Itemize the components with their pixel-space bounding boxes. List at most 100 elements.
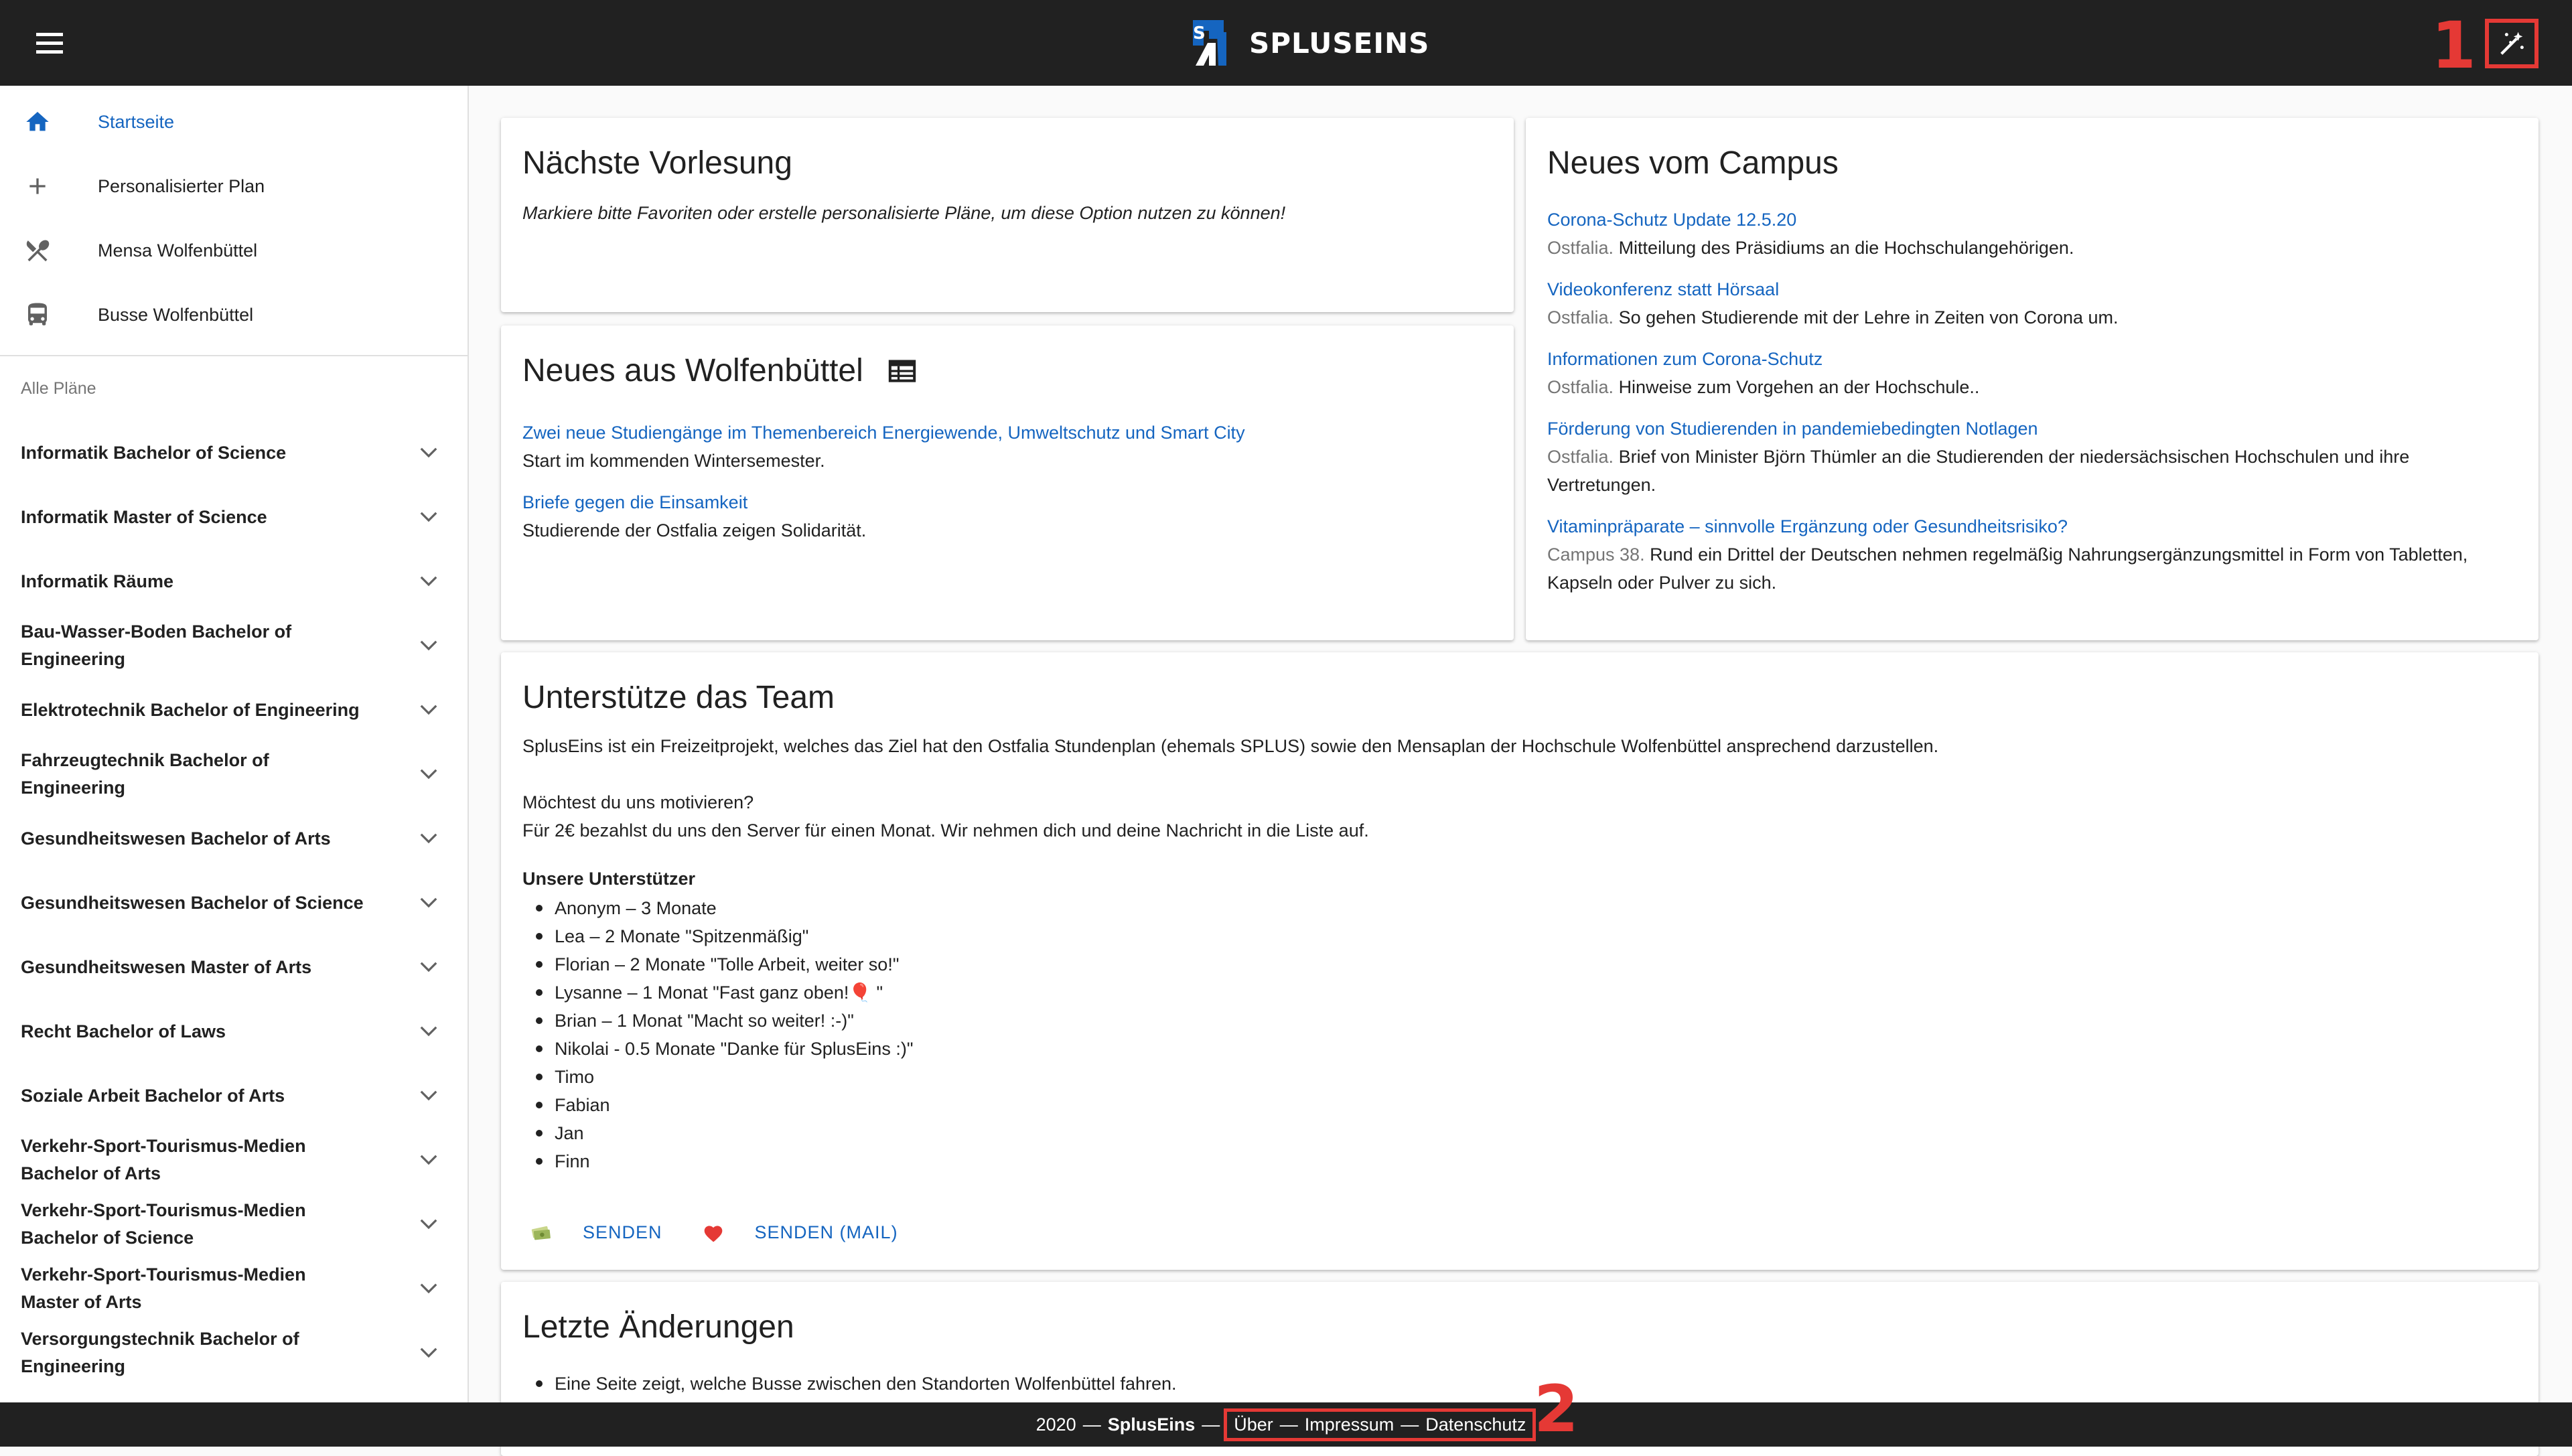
footer-links: Über — Impressum — Datenschutz [1224, 1408, 1537, 1441]
chevron-down-icon[interactable] [417, 1277, 441, 1301]
plan-item[interactable]: Versorgungstechnik Bachelor of Engineeri… [0, 1321, 468, 1385]
sidebar: Startseite Personalisierter Plan Mensa W… [0, 86, 469, 1402]
chevron-down-icon[interactable] [417, 1148, 441, 1172]
plan-label: Soziale Arbeit Bachelor of Arts [21, 1085, 285, 1106]
annotation-2: 2 [1534, 1372, 1579, 1447]
plan-label: Verkehr-Sport-Tourismus-Medien Bachelor … [21, 1200, 306, 1248]
footer-privacy-link[interactable]: Datenschutz [1425, 1414, 1526, 1435]
bus-icon [20, 297, 55, 332]
plan-label: Gesundheitswesen Bachelor of Arts [21, 828, 331, 849]
supporters-list: Anonym – 3 Monate Lea – 2 Monate "Spitzen… [522, 894, 2517, 1175]
chevron-down-icon[interactable] [417, 955, 441, 979]
news-summary: Hinweise zum Vorgehen an der Hochschule.… [1618, 377, 1980, 397]
news-item: Zwei neue Studiengänge im Themenbereich … [522, 419, 1492, 475]
news-source: Ostfalia. [1547, 377, 1614, 397]
plan-item[interactable]: Gesundheitswesen Bachelor of Arts [0, 806, 468, 871]
plan-item[interactable]: Elektrotechnik Bachelor of Engineering [0, 678, 468, 742]
send-money-button[interactable]: SENDEN [530, 1222, 662, 1243]
supporter-item: Anonym – 3 Monate [522, 894, 2517, 922]
support-card: Unterstütze das Team SplusEins ist ein F… [501, 652, 2539, 1270]
news-link[interactable]: Informationen zum Corona-Schutz [1547, 345, 2517, 373]
news-text: Ostfalia. Hinweise zum Vorgehen an der H… [1547, 373, 2517, 401]
nav-personalisierter-plan[interactable]: Personalisierter Plan [0, 154, 468, 218]
news-text: Start im kommenden Wintersemester. [522, 451, 825, 471]
plan-item[interactable]: Verkehr-Sport-Tourismus-Medien Master of… [0, 1256, 468, 1321]
chevron-down-icon[interactable] [417, 762, 441, 786]
plan-item[interactable]: Fahrzeugtechnik Bachelor of Engineering [0, 742, 468, 806]
chevron-down-icon[interactable] [417, 698, 441, 722]
supporter-item: Nikolai - 0.5 Monate "Danke für SplusEin… [522, 1035, 2517, 1063]
nav-busse[interactable]: Busse Wolfenbüttel [0, 283, 468, 347]
chevron-down-icon[interactable] [417, 826, 441, 851]
plan-item[interactable]: Informatik Bachelor of Science [0, 421, 468, 485]
plan-item[interactable]: Informatik Räume [0, 549, 468, 613]
news-item: Corona-Schutz Update 12.5.20 Ostfalia. Mi… [1547, 206, 2517, 262]
plan-item[interactable]: Recht Bachelor of Laws [0, 999, 468, 1064]
plan-label: Informatik Master of Science [21, 506, 267, 527]
footer-dash: — [1279, 1414, 1298, 1435]
footer-year: 2020 [1035, 1414, 1076, 1435]
news-source: Ostfalia. [1547, 238, 1614, 258]
support-question: Möchtest du uns motivieren? [522, 792, 754, 812]
send-mail-button[interactable]: SENDEN (MAIL) [703, 1222, 898, 1243]
brand[interactable]: S SPLUSEINS [1189, 19, 1429, 67]
news-link[interactable]: Vitaminpräparate – sinnvolle Ergänzung o… [1547, 512, 2517, 540]
plan-item[interactable]: Soziale Arbeit Bachelor of Arts [0, 1064, 468, 1128]
chevron-down-icon[interactable] [417, 1341, 441, 1365]
chevron-down-icon[interactable] [417, 569, 441, 593]
plan-label: Bau-Wasser-Boden Bachelor of Engineering [21, 622, 292, 669]
news-summary: Rund ein Drittel der Deutschen nehmen re… [1547, 544, 2468, 593]
change-item: Eine Seite zeigt, welche Busse zwischen … [522, 1370, 2517, 1398]
plan-item[interactable]: Gesundheitswesen Bachelor of Science [0, 871, 468, 935]
theme-toggle-button[interactable] [2485, 19, 2539, 68]
news-link[interactable]: Corona-Schutz Update 12.5.20 [1547, 206, 2517, 234]
news-link[interactable]: Zwei neue Studiengänge im Themenbereich … [522, 419, 1492, 447]
footer-imprint-link[interactable]: Impressum [1305, 1414, 1395, 1435]
footer-about-link[interactable]: Über [1234, 1414, 1273, 1435]
news-link[interactable]: Videokonferenz statt Hörsaal [1547, 275, 2517, 303]
supporter-item: Florian – 2 Monate "Tolle Arbeit, weiter… [522, 950, 2517, 978]
supporter-item: Jan [522, 1119, 2517, 1147]
chevron-down-icon[interactable] [417, 634, 441, 658]
nav-startseite[interactable]: Startseite [0, 90, 468, 154]
plan-label: Elektrotechnik Bachelor of Engineering [21, 699, 360, 720]
footer-dash: — [1202, 1414, 1220, 1435]
next-lecture-text: Markiere bitte Favoriten oder erstelle p… [522, 203, 1286, 223]
chevron-down-icon[interactable] [417, 505, 441, 529]
section-label: Alle Pläne [21, 378, 96, 398]
card-title-text: Neues aus Wolfenbüttel [522, 353, 863, 388]
chevron-down-icon[interactable] [417, 1212, 441, 1236]
news-text: Ostfalia. Mitteilung des Präsidiums an d… [1547, 234, 2517, 262]
plan-item[interactable]: Verkehr-Sport-Tourismus-Medien Bachelor … [0, 1128, 468, 1192]
chevron-down-icon[interactable] [417, 1084, 441, 1108]
menu-icon[interactable] [29, 23, 70, 63]
table-icon[interactable] [887, 358, 917, 384]
plan-item[interactable]: Gesundheitswesen Master of Arts [0, 935, 468, 999]
nav-label: Mensa Wolfenbüttel [98, 240, 258, 261]
money-icon [531, 1226, 551, 1240]
supporter-item: Lea – 2 Monate "Spitzenmäßig" [522, 922, 2517, 950]
chevron-down-icon[interactable] [417, 441, 441, 465]
footer: 2020 — SplusEins — Über — Impressum — Da… [0, 1402, 2572, 1447]
plan-label: Verkehr-Sport-Tourismus-Medien Bachelor … [21, 1136, 306, 1183]
support-actions: SENDEN SENDEN (MAIL) [522, 1222, 2517, 1243]
wolfenbuettel-news-card: Neues aus Wolfenbüttel Zwei neue Studien… [501, 325, 1514, 640]
plan-item[interactable]: Bau-Wasser-Boden Bachelor of Engineering [0, 613, 468, 678]
chevron-down-icon[interactable] [417, 891, 441, 915]
news-item: Videokonferenz statt Hörsaal Ostfalia. So… [1547, 275, 2517, 332]
chevron-down-icon[interactable] [417, 1019, 441, 1043]
nav-mensa[interactable]: Mensa Wolfenbüttel [0, 218, 468, 283]
heart-icon [704, 1225, 722, 1242]
plan-item[interactable]: Informatik Master of Science [0, 485, 468, 549]
plan-label: Fahrzeugtechnik Bachelor of Engineering [21, 750, 269, 798]
plan-item[interactable]: Verkehr-Sport-Tourismus-Medien Bachelor … [0, 1192, 468, 1256]
top-app-bar: S SPLUSEINS 1 [0, 0, 2572, 86]
plan-label: Versorgungstechnik Bachelor of Engineeri… [21, 1329, 299, 1376]
news-item: Briefe gegen die Einsamkeit Studierende … [522, 488, 1492, 544]
news-text: Ostfalia. Brief von Minister Björn Thüml… [1547, 443, 2517, 499]
plan-label: Recht Bachelor of Laws [21, 1021, 226, 1041]
news-link[interactable]: Förderung von Studierenden in pandemiebe… [1547, 415, 2517, 443]
plan-label: Informatik Räume [21, 571, 174, 591]
nav-label: Personalisierter Plan [98, 175, 265, 196]
news-link[interactable]: Briefe gegen die Einsamkeit [522, 488, 1492, 516]
